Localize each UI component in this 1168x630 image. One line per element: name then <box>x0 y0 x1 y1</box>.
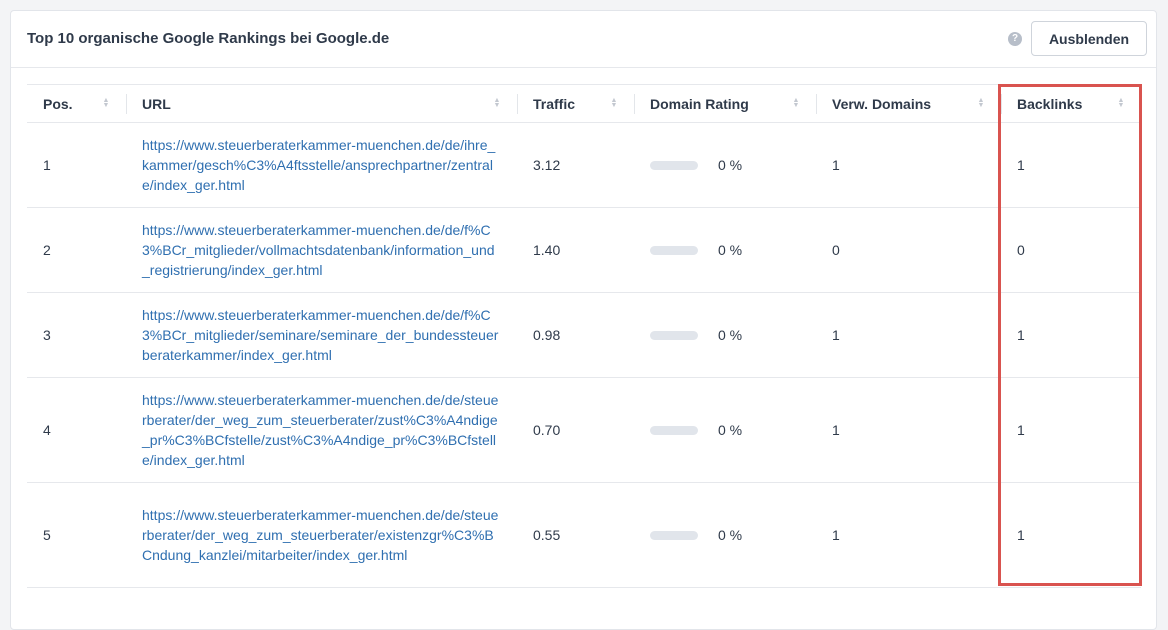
domain-rating-value: 0 % <box>718 527 743 543</box>
column-divider <box>1001 94 1002 114</box>
cell-domain-rating: 0 % <box>634 122 816 208</box>
column-header-traffic[interactable]: Traffic ▲ ▼ <box>517 84 634 123</box>
cell-url: https://www.steuerberaterkammer-muenchen… <box>126 292 517 378</box>
cell-pos: 4 <box>27 377 126 483</box>
url-link[interactable]: https://www.steuerberaterkammer-muenchen… <box>142 220 501 280</box>
cell-url: https://www.steuerberaterkammer-muenchen… <box>126 482 517 588</box>
column-header-domain-rating[interactable]: Domain Rating ▲ ▼ <box>634 84 816 123</box>
cell-traffic: 1.40 <box>517 207 634 293</box>
cell-domain-rating: 0 % <box>634 292 816 378</box>
domain-rating-display: 0 % <box>650 527 800 543</box>
cell-ref-domains: 1 <box>816 482 1001 588</box>
sort-icon[interactable]: ▲ ▼ <box>1117 97 1125 109</box>
column-divider <box>634 94 635 114</box>
cell-url: https://www.steuerberaterkammer-muenchen… <box>126 122 517 208</box>
cell-domain-rating: 0 % <box>634 482 816 588</box>
cell-pos: 3 <box>27 292 126 378</box>
cell-pos: 5 <box>27 482 126 588</box>
cell-backlinks: 1 <box>1001 122 1141 208</box>
domain-rating-bar <box>650 160 698 170</box>
domain-rating-value: 0 % <box>718 157 743 173</box>
domain-rating-display: 0 % <box>650 327 800 343</box>
column-divider <box>517 94 518 114</box>
domain-rating-bar <box>650 425 698 435</box>
domain-rating-bar <box>650 530 698 540</box>
sort-icon[interactable]: ▲ ▼ <box>792 97 800 109</box>
table-row: 4 https://www.steuerberaterkammer-muench… <box>27 377 1141 483</box>
table-row: 2 https://www.steuerberaterkammer-muench… <box>27 207 1141 293</box>
column-header-label: Verw. Domains <box>832 95 932 112</box>
cell-ref-domains: 1 <box>816 122 1001 208</box>
rankings-table: Pos. ▲ ▼ URL ▲ ▼ Traffic ▲ ▼ Domain Rati… <box>27 84 1141 588</box>
cell-traffic: 3.12 <box>517 122 634 208</box>
cell-backlinks: 1 <box>1001 292 1141 378</box>
url-link[interactable]: https://www.steuerberaterkammer-muenchen… <box>142 390 501 470</box>
column-divider <box>816 94 817 114</box>
cell-traffic: 0.70 <box>517 377 634 483</box>
column-header-label: Pos. <box>43 95 73 112</box>
column-divider <box>126 94 127 114</box>
cell-domain-rating: 0 % <box>634 377 816 483</box>
cell-url: https://www.steuerberaterkammer-muenchen… <box>126 377 517 483</box>
cell-ref-domains: 1 <box>816 292 1001 378</box>
domain-rating-bar <box>650 330 698 340</box>
column-header-ref-domains[interactable]: Verw. Domains ▲ ▼ <box>816 84 1001 123</box>
sort-icon[interactable]: ▲ ▼ <box>493 97 501 109</box>
domain-rating-display: 0 % <box>650 242 800 258</box>
sort-icon[interactable]: ▲ ▼ <box>610 97 618 109</box>
domain-rating-value: 0 % <box>718 422 743 438</box>
url-link[interactable]: https://www.steuerberaterkammer-muenchen… <box>142 135 501 195</box>
column-header-label: URL <box>142 95 171 112</box>
panel-title: Top 10 organische Google Rankings bei Go… <box>27 30 390 47</box>
domain-rating-display: 0 % <box>650 422 800 438</box>
table-row: 5 https://www.steuerberaterkammer-muench… <box>27 482 1141 588</box>
cell-pos: 2 <box>27 207 126 293</box>
url-link[interactable]: https://www.steuerberaterkammer-muenchen… <box>142 305 501 365</box>
table-header-row: Pos. ▲ ▼ URL ▲ ▼ Traffic ▲ ▼ Domain Rati… <box>27 84 1141 123</box>
panel-header: Top 10 organische Google Rankings bei Go… <box>11 11 1156 68</box>
column-header-label: Backlinks <box>1017 95 1083 112</box>
sort-icon[interactable]: ▲ ▼ <box>102 97 110 109</box>
column-header-label: Domain Rating <box>650 95 749 112</box>
domain-rating-display: 0 % <box>650 157 800 173</box>
domain-rating-bar <box>650 245 698 255</box>
table-row: 1 https://www.steuerberaterkammer-muench… <box>27 122 1141 208</box>
cell-domain-rating: 0 % <box>634 207 816 293</box>
rankings-panel: Top 10 organische Google Rankings bei Go… <box>10 10 1157 630</box>
cell-backlinks: 0 <box>1001 207 1141 293</box>
help-icon[interactable]: ? <box>1008 32 1022 46</box>
table-row: 3 https://www.steuerberaterkammer-muench… <box>27 292 1141 378</box>
domain-rating-value: 0 % <box>718 242 743 258</box>
cell-pos: 1 <box>27 122 126 208</box>
cell-traffic: 0.55 <box>517 482 634 588</box>
sort-icon[interactable]: ▲ ▼ <box>977 97 985 109</box>
cell-backlinks: 1 <box>1001 482 1141 588</box>
cell-url: https://www.steuerberaterkammer-muenchen… <box>126 207 517 293</box>
column-header-url[interactable]: URL ▲ ▼ <box>126 84 517 123</box>
url-link[interactable]: https://www.steuerberaterkammer-muenchen… <box>142 505 501 565</box>
cell-ref-domains: 1 <box>816 377 1001 483</box>
domain-rating-value: 0 % <box>718 327 743 343</box>
column-header-backlinks[interactable]: Backlinks ▲ ▼ <box>1001 84 1141 123</box>
cell-ref-domains: 0 <box>816 207 1001 293</box>
column-header-label: Traffic <box>533 95 576 112</box>
cell-traffic: 0.98 <box>517 292 634 378</box>
hide-button[interactable]: Ausblenden <box>1031 21 1147 56</box>
cell-backlinks: 1 <box>1001 377 1141 483</box>
column-header-pos[interactable]: Pos. ▲ ▼ <box>27 84 126 123</box>
rankings-table-wrap: Pos. ▲ ▼ URL ▲ ▼ Traffic ▲ ▼ Domain Rati… <box>27 84 1141 588</box>
